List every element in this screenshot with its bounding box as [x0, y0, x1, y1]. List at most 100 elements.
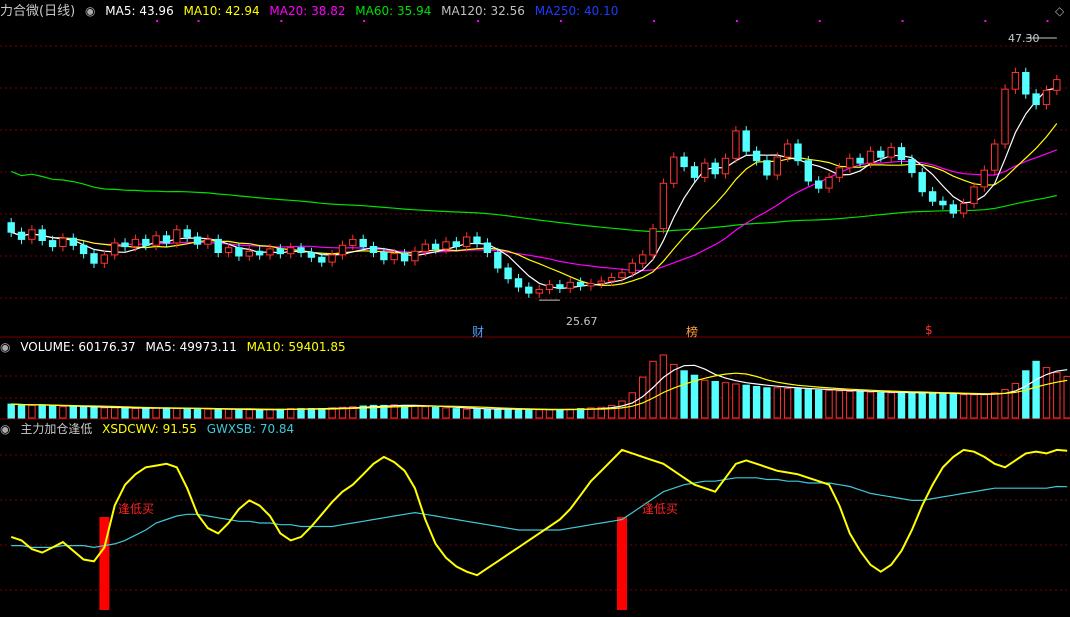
- volume-bar: [1032, 360, 1040, 419]
- candle-body: [846, 157, 854, 169]
- candle-body: [752, 150, 761, 162]
- volume-bar: [928, 392, 937, 419]
- volume-bar: [276, 408, 285, 419]
- candle-body: [162, 235, 171, 244]
- candle-body: [877, 150, 885, 158]
- volume-bar: [152, 407, 160, 419]
- volume-bar: [297, 408, 305, 419]
- ma20-line: [11, 149, 1058, 272]
- candle-body: [152, 235, 160, 246]
- collapse-icon[interactable]: ◉: [85, 4, 95, 18]
- collapse-icon[interactable]: ◉: [0, 422, 10, 436]
- volume-bar: [193, 408, 202, 419]
- security-title[interactable]: 力合微(日线): [0, 4, 75, 19]
- volume-bar: [815, 389, 823, 419]
- buy-signal-bar: [617, 517, 627, 610]
- indicator-name[interactable]: 主力加仓逢低: [20, 422, 92, 436]
- ma5-line: [11, 87, 1057, 290]
- candle-body: [390, 253, 398, 261]
- volume-bar: [266, 408, 274, 419]
- chart-stage: 力合微(日线) ◉ MA5: 43.96 MA10: 42.94 MA20: 3…: [0, 0, 1070, 613]
- top-marker-dot: [156, 20, 159, 22]
- volume-bar: [949, 393, 957, 419]
- buy-signal-label-2: 逢低买: [642, 502, 679, 516]
- volume-bar: [514, 408, 523, 419]
- candle-body: [607, 277, 616, 282]
- volume-bar: [79, 406, 88, 419]
- xsdcwv-line: [10, 448, 1068, 577]
- candle-body: [514, 278, 523, 288]
- volume-bar: [659, 354, 668, 419]
- volume-bar: [287, 408, 295, 419]
- candle-body: [193, 236, 202, 245]
- candle-body: [431, 243, 440, 250]
- ma20-label: MA20: 38.82: [269, 4, 346, 18]
- candle-body: [38, 229, 46, 242]
- candle-body: [628, 262, 636, 274]
- volume-bar: [825, 389, 833, 419]
- volume-bar: [121, 407, 129, 419]
- candle-body: [991, 143, 999, 171]
- candle-body: [411, 250, 419, 262]
- gwxsb-label: GWXSB: 70.84: [206, 422, 295, 436]
- candle-body: [897, 147, 906, 161]
- candle-body: [318, 256, 326, 263]
- volume-bar: [245, 409, 254, 419]
- candle-body: [587, 283, 595, 287]
- event-marker-finance[interactable]: 财: [472, 323, 484, 340]
- candle-body: [576, 281, 585, 287]
- volume-bar: [887, 392, 895, 419]
- candle-body: [701, 162, 709, 178]
- candle-body: [732, 130, 740, 159]
- candle-body: [794, 143, 802, 162]
- volume-bar: [483, 408, 492, 419]
- volume-bar: [846, 391, 854, 419]
- volume-bar: [421, 406, 430, 419]
- volume-bar: [742, 384, 750, 419]
- candle-body: [711, 162, 719, 175]
- candle-body: [545, 284, 554, 291]
- candle-body: [287, 247, 295, 255]
- top-marker-dot: [735, 20, 738, 22]
- volume-bar: [452, 408, 461, 419]
- volume-bar: [1053, 372, 1061, 419]
- stock-chart-svg: [0, 20, 1070, 610]
- candle-body: [918, 172, 926, 193]
- candle-body: [597, 280, 605, 285]
- candle-body: [815, 180, 823, 189]
- buy-signal-label-1: 逢低买: [118, 502, 155, 516]
- volume-bar: [183, 408, 191, 419]
- xsdcwv-label: XSDCWV: 91.55: [102, 422, 197, 436]
- candle-body: [297, 247, 305, 253]
- volume-bar: [214, 408, 222, 419]
- volume-bar: [100, 407, 108, 419]
- candle-body: [7, 222, 15, 233]
- volume-bar: [1063, 375, 1070, 419]
- candle-body: [328, 254, 336, 263]
- event-marker-dollar[interactable]: $: [925, 323, 933, 337]
- volume-bar: [773, 387, 781, 419]
- volume-bar: [204, 408, 212, 419]
- event-marker-list[interactable]: 榜: [686, 323, 698, 340]
- volume-bar: [618, 400, 626, 419]
- candle-body: [69, 237, 77, 246]
- settings-diamond-icon[interactable]: ◇: [1055, 4, 1064, 18]
- candle-body: [1011, 72, 1020, 90]
- candle-body: [245, 250, 254, 257]
- candle-body: [659, 182, 668, 230]
- candle-body: [763, 160, 771, 176]
- top-marker-dot: [197, 20, 200, 22]
- candle-body: [680, 156, 688, 168]
- volume-bar: [162, 407, 171, 419]
- volume-bar: [111, 407, 119, 419]
- candle-body: [504, 267, 512, 280]
- volume-bar: [318, 408, 326, 419]
- candle-body: [939, 200, 947, 206]
- candle-body: [204, 238, 212, 245]
- collapse-icon[interactable]: ◉: [0, 340, 10, 354]
- volume-bar: [473, 408, 481, 419]
- candle-body: [670, 156, 678, 184]
- candle-body: [1032, 93, 1040, 106]
- candle-body: [1001, 88, 1009, 145]
- candle-body: [349, 238, 357, 246]
